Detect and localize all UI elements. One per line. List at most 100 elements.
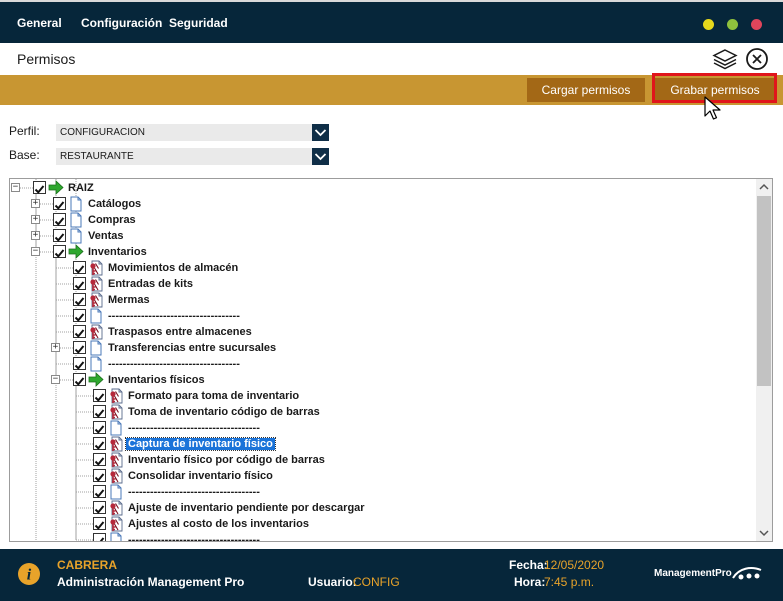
permission-checkbox[interactable] [93, 501, 106, 514]
tree-node[interactable]: − Inventarios físicos [10, 372, 750, 388]
tree-node-label[interactable]: Entradas de kits [108, 278, 193, 290]
checkmark-icon [94, 521, 105, 530]
maximize-button[interactable] [727, 19, 738, 30]
tree-node[interactable]: − Inventarios [10, 244, 750, 260]
scroll-down-icon[interactable] [756, 525, 772, 541]
document-icon [88, 356, 104, 372]
tree-node-label[interactable]: Consolidar inventario físico [128, 470, 273, 482]
chevron-down-icon[interactable] [312, 148, 329, 165]
green-arrow-icon [88, 372, 104, 388]
tree-node[interactable]: ------------------------------------ [10, 484, 750, 500]
permission-checkbox[interactable] [93, 421, 106, 434]
collapse-icon[interactable]: − [31, 247, 40, 256]
permission-checkbox[interactable] [93, 469, 106, 482]
permission-checkbox[interactable] [93, 405, 106, 418]
scroll-up-icon[interactable] [756, 179, 772, 195]
tree-node[interactable]: + Transferencias entre sucursales [10, 340, 750, 356]
tree-node-label[interactable]: ------------------------------------ [108, 310, 240, 322]
tree-node-label[interactable]: Inventario físico por código de barras [128, 454, 325, 466]
permission-checkbox[interactable] [93, 437, 106, 450]
tree-node-label[interactable]: ------------------------------------ [128, 534, 260, 541]
tree-node-label[interactable]: ------------------------------------ [128, 486, 260, 498]
tree-node-label[interactable]: Traspasos entre almacenes [108, 326, 252, 338]
minimize-button[interactable] [703, 19, 714, 30]
tree-node[interactable]: Movimientos de almacén [10, 260, 750, 276]
tree-node-label[interactable]: Formato para toma de inventario [128, 390, 299, 402]
permission-checkbox[interactable] [53, 245, 66, 258]
tree-node[interactable]: ------------------------------------ [10, 356, 750, 372]
tree-node-label[interactable]: Toma de inventario código de barras [128, 406, 320, 418]
permission-checkbox[interactable] [33, 181, 46, 194]
tree-node-label[interactable]: RAIZ [68, 182, 94, 194]
permission-checkbox[interactable] [93, 453, 106, 466]
expand-icon[interactable]: + [31, 231, 40, 240]
document-key-icon [108, 500, 124, 516]
permission-checkbox[interactable] [53, 229, 66, 242]
permission-checkbox[interactable] [53, 197, 66, 210]
tree-node-label[interactable]: Captura de inventario físico [125, 437, 276, 451]
tree-node[interactable]: + Compras [10, 212, 750, 228]
tree-node-label[interactable]: ------------------------------------ [108, 358, 240, 370]
tree-node[interactable]: Toma de inventario código de barras [10, 404, 750, 420]
collapse-icon[interactable]: − [11, 183, 20, 192]
base-select[interactable]: RESTAURANTE [56, 148, 329, 165]
tree-node-label[interactable]: Ajuste de inventario pendiente por desca… [128, 502, 365, 514]
tree-node[interactable]: − RAIZ [10, 180, 750, 196]
tree-node[interactable]: Mermas [10, 292, 750, 308]
tree-node-label[interactable]: Ventas [88, 230, 123, 242]
permission-checkbox[interactable] [53, 213, 66, 226]
permission-checkbox[interactable] [93, 485, 106, 498]
company-name: Administración Management Pro [57, 575, 245, 589]
menu-seguridad[interactable]: Seguridad [169, 16, 228, 30]
tree-node[interactable]: Traspasos entre almacenes [10, 324, 750, 340]
tree-node-label[interactable]: ------------------------------------ [128, 422, 260, 434]
perfil-select[interactable]: CONFIGURACION [56, 124, 329, 141]
permission-checkbox[interactable] [73, 309, 86, 322]
expand-icon[interactable]: + [31, 199, 40, 208]
permission-checkbox[interactable] [93, 389, 106, 402]
tree-node[interactable]: Ajuste de inventario pendiente por desca… [10, 500, 750, 516]
tree-node-label[interactable]: Compras [88, 214, 136, 226]
chevron-down-icon[interactable] [312, 124, 329, 141]
permission-checkbox[interactable] [93, 533, 106, 541]
permission-checkbox[interactable] [73, 325, 86, 338]
close-window-button[interactable] [751, 19, 762, 30]
tree-node-label[interactable]: Inventarios físicos [108, 374, 205, 386]
collapse-icon[interactable]: − [51, 375, 60, 384]
tree-node[interactable]: ------------------------------------ [10, 532, 750, 541]
tree-node[interactable]: + Ventas [10, 228, 750, 244]
tree-node[interactable]: Entradas de kits [10, 276, 750, 292]
permission-checkbox[interactable] [73, 293, 86, 306]
expand-icon[interactable]: + [31, 215, 40, 224]
tree-node[interactable]: ------------------------------------ [10, 420, 750, 436]
tree-node-label[interactable]: Catálogos [88, 198, 141, 210]
user-name: CABRERA [57, 558, 117, 572]
permission-checkbox[interactable] [73, 357, 86, 370]
expand-icon[interactable]: + [51, 343, 60, 352]
permission-checkbox[interactable] [73, 341, 86, 354]
permission-checkbox[interactable] [93, 517, 106, 530]
tree-node-label[interactable]: Transferencias entre sucursales [108, 342, 276, 354]
permissions-tree[interactable]: − RAIZ + Catálogos + Compras + Ventas − Inventari… [9, 178, 773, 542]
menu-general[interactable]: General [17, 16, 62, 30]
tree-node[interactable]: Ajustes al costo de los inventarios [10, 516, 750, 532]
tree-node[interactable]: Captura de inventario físico [10, 436, 750, 452]
tree-node[interactable]: Inventario físico por código de barras [10, 452, 750, 468]
load-permissions-button[interactable]: Cargar permisos [527, 78, 645, 102]
scroll-thumb[interactable] [757, 196, 771, 386]
tree-node-label[interactable]: Mermas [108, 294, 150, 306]
tree-node[interactable]: Consolidar inventario físico [10, 468, 750, 484]
close-icon[interactable] [745, 47, 771, 71]
tree-node-label[interactable]: Inventarios [88, 246, 147, 258]
menu-configuracion[interactable]: Configuración [81, 16, 162, 30]
tree-node[interactable]: + Catálogos [10, 196, 750, 212]
tree-node[interactable]: Formato para toma de inventario [10, 388, 750, 404]
vertical-scrollbar[interactable] [756, 179, 772, 541]
permission-checkbox[interactable] [73, 261, 86, 274]
tree-node-label[interactable]: Movimientos de almacén [108, 262, 238, 274]
layers-icon[interactable] [712, 47, 738, 71]
permission-checkbox[interactable] [73, 277, 86, 290]
permission-checkbox[interactable] [73, 373, 86, 386]
tree-node[interactable]: ------------------------------------ [10, 308, 750, 324]
tree-node-label[interactable]: Ajustes al costo de los inventarios [128, 518, 309, 530]
